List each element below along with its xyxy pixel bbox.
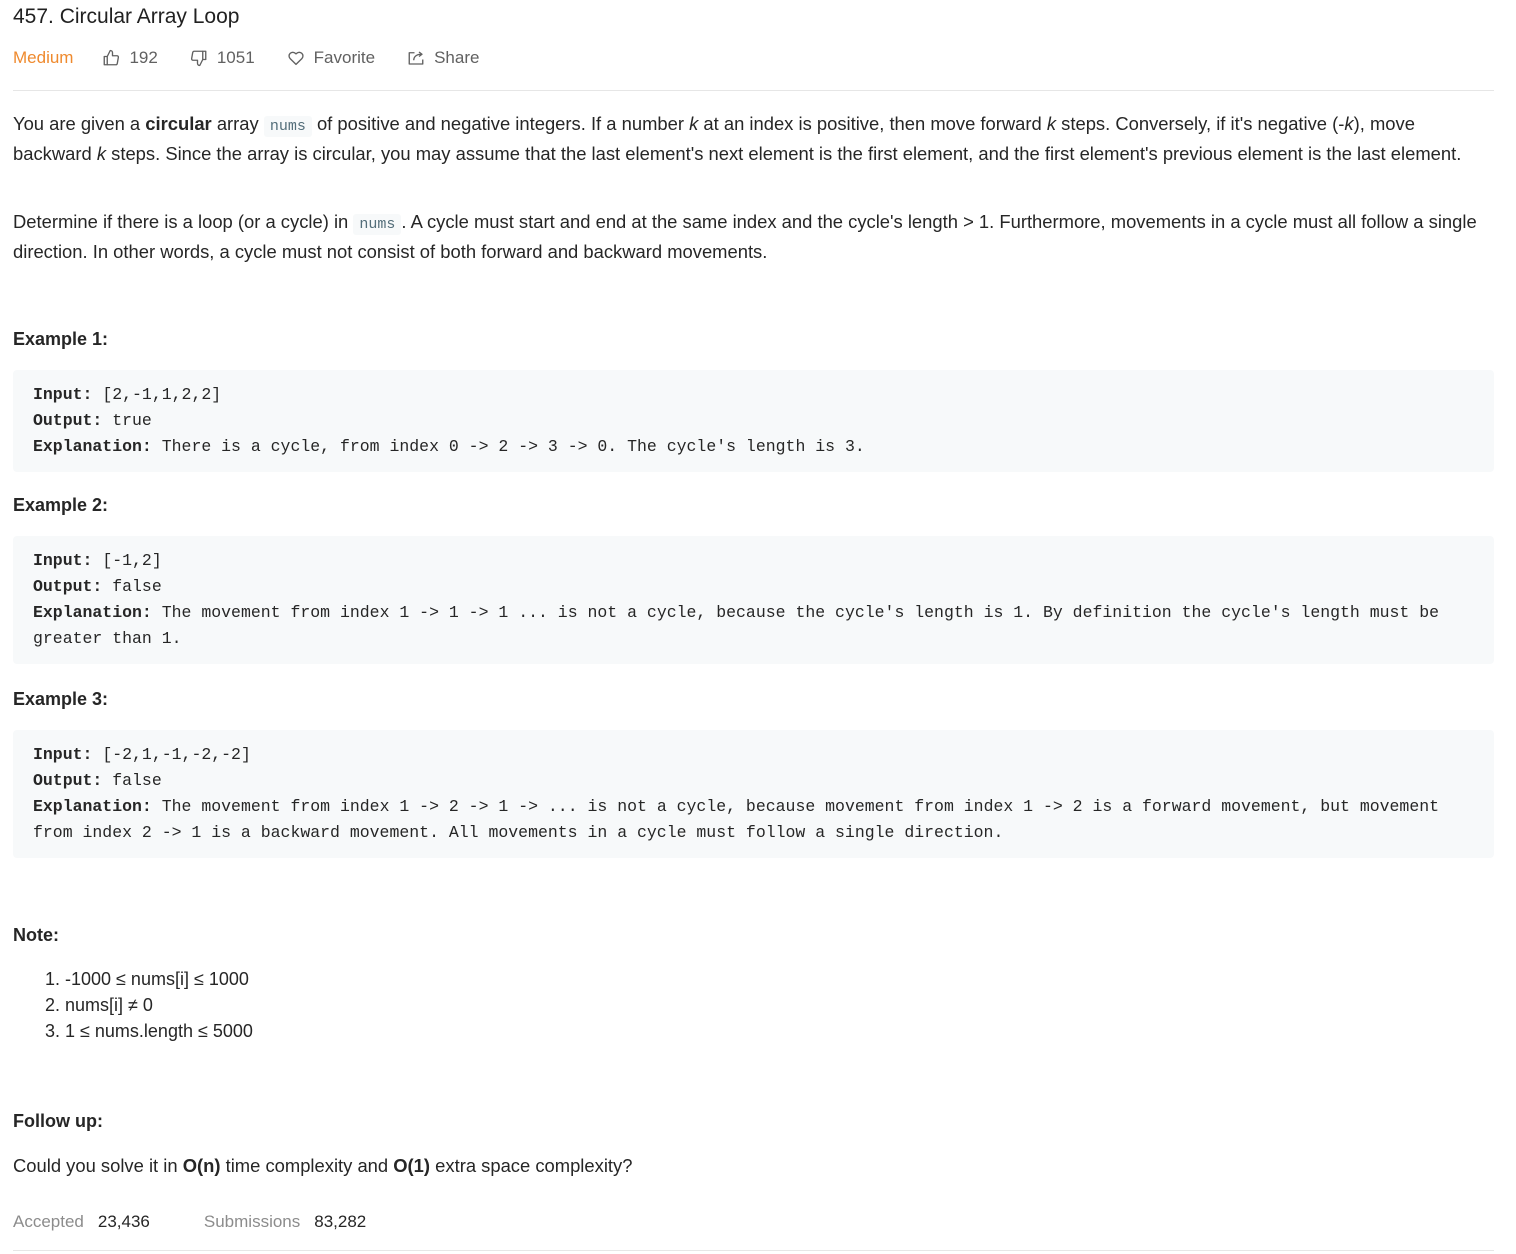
list-item: 1. -1000 ≤ nums[i] ≤ 1000 xyxy=(45,969,249,989)
accepted-count: 23,436 xyxy=(97,1212,150,1231)
note-list: 1. -1000 ≤ nums[i] ≤ 1000 2. nums[i] ≠ 0… xyxy=(45,966,253,1044)
footer-divider xyxy=(13,1250,1494,1251)
example-1-block: Input: [2,-1,1,2,2] Output: true Explana… xyxy=(13,370,1494,472)
inline-code-nums: nums xyxy=(353,214,402,235)
dislike-button[interactable]: 1051 xyxy=(190,48,255,68)
thumbs-up-icon xyxy=(104,49,120,66)
like-button[interactable]: 192 xyxy=(102,48,158,68)
favorite-label: Favorite xyxy=(313,48,376,67)
example-3-heading: Example 3: xyxy=(13,689,109,709)
submissions-count: 83,282 xyxy=(314,1212,367,1231)
example-2-heading: Example 2: xyxy=(13,495,109,515)
inline-code-nums: nums xyxy=(263,116,312,137)
share-button[interactable]: Share xyxy=(407,48,479,68)
dislike-count: 1051 xyxy=(216,48,255,67)
share-label: Share xyxy=(434,48,480,67)
submission-stats: Accepted 23,436 Submissions 83,282 xyxy=(13,1210,420,1234)
header-divider xyxy=(13,90,1494,91)
problem-title: 457. Circular Array Loop xyxy=(13,5,240,28)
thumbs-down-icon xyxy=(190,50,207,67)
like-count: 192 xyxy=(129,48,158,67)
difficulty-badge: Medium xyxy=(13,48,74,67)
submissions-label: Submissions xyxy=(203,1212,301,1231)
heart-icon xyxy=(288,51,304,66)
accepted-label: Accepted xyxy=(13,1212,84,1231)
problem-meta-bar: Medium 192 1051 Favorite Share xyxy=(13,46,511,70)
example-3-block: Input: [-2,1,-1,-2,-2] Output: false Exp… xyxy=(13,730,1494,858)
description-paragraph-2: Determine if there is a loop (or a cycle… xyxy=(13,211,1477,262)
list-item: 2. nums[i] ≠ 0 xyxy=(45,995,153,1015)
problem-page: 457. Circular Array Loop Medium 192 1051… xyxy=(0,0,1516,1254)
follow-up-heading: Follow up: xyxy=(13,1111,103,1131)
follow-up-text: Could you solve it in O(n) time complexi… xyxy=(13,1155,633,1176)
description-paragraph-1: You are given a circular array nums of p… xyxy=(13,113,1462,164)
favorite-button[interactable]: Favorite xyxy=(287,48,375,68)
note-heading: Note: xyxy=(13,925,59,945)
example-1-heading: Example 1: xyxy=(13,329,109,349)
share-icon xyxy=(408,51,424,65)
example-2-block: Input: [-1,2] Output: false Explanation:… xyxy=(13,536,1494,664)
list-item: 3. 1 ≤ nums.length ≤ 5000 xyxy=(45,1021,253,1041)
